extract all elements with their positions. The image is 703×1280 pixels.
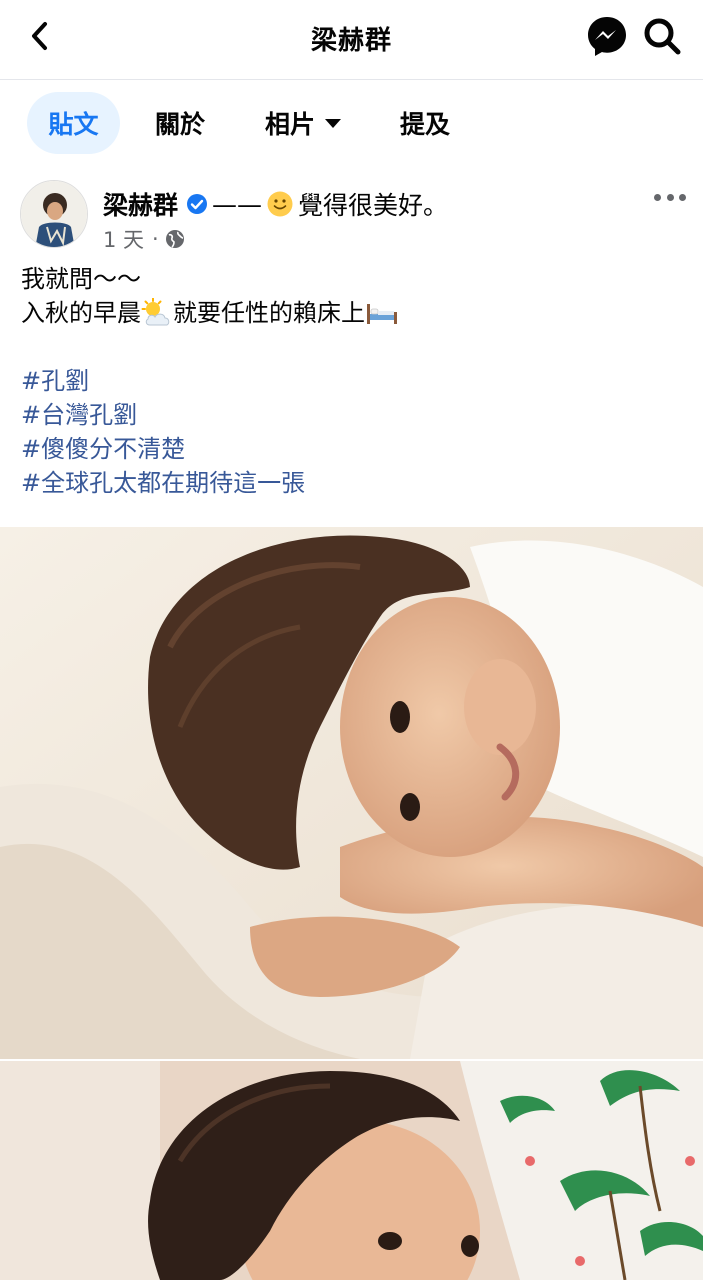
post-line-1: 我就問～～ <box>21 265 141 293</box>
post-time[interactable]: 1 天 <box>103 224 144 254</box>
sun-behind-cloud-icon <box>141 298 170 326</box>
post-photo-2[interactable] <box>0 1061 703 1280</box>
post-meta: 1 天 · <box>103 224 185 254</box>
photo-man-in-floral-shirt <box>0 1061 703 1280</box>
search-button[interactable] <box>641 15 683 57</box>
dot-icon <box>666 193 674 201</box>
messenger-icon <box>588 17 626 56</box>
caret-down-icon <box>325 118 341 128</box>
post-photo-1[interactable] <box>0 527 703 1059</box>
verified-badge-icon <box>187 194 208 214</box>
hashtag-link[interactable]: #傻傻分不清楚 <box>21 432 681 466</box>
more-options-button[interactable] <box>650 185 690 209</box>
hashtag-link[interactable]: #台灣孔劉 <box>21 398 681 432</box>
avatar[interactable] <box>20 180 88 248</box>
hashtag-link[interactable]: #孔劉 <box>21 364 681 398</box>
meta-separator: · <box>152 227 159 251</box>
author-name[interactable]: 梁赫群 <box>103 186 178 222</box>
top-bar: 梁赫群 <box>0 0 703 80</box>
post-header-line: 梁赫群 —— 覺得很美好。 <box>103 186 448 222</box>
bed-icon <box>367 304 397 324</box>
tab-posts[interactable]: 貼文 <box>27 92 120 154</box>
photo-man-lying-in-bed <box>0 527 703 1059</box>
globe-icon <box>165 230 184 248</box>
post-text: 我就問～～ 入秋的早晨 就要任性的賴床上 #孔劉 #台灣孔劉 #傻傻分不清楚 #… <box>21 262 681 500</box>
tab-photos[interactable]: 相片 <box>248 92 358 154</box>
post-line-2-text: 就要任性的賴床上 <box>173 299 365 327</box>
smile-emoji-icon <box>267 191 293 217</box>
avatar-image <box>21 181 87 247</box>
dot-icon <box>654 193 661 201</box>
dot-icon <box>679 193 686 201</box>
post-line-2: 入秋的早晨 就要任性的賴床上 <box>21 296 681 330</box>
feeling-text: 覺得很美好。 <box>298 191 449 220</box>
tab-about[interactable]: 關於 <box>140 92 220 154</box>
tab-mentions[interactable]: 提及 <box>385 92 465 154</box>
header-dash: —— <box>212 189 263 219</box>
profile-tabs: 貼文 關於 相片 提及 <box>0 80 703 166</box>
messenger-button[interactable] <box>586 15 628 57</box>
hashtag-link[interactable]: #全球孔太都在期待這一張 <box>21 466 681 500</box>
post-line-2-prefix: 入秋的早晨 <box>21 299 141 327</box>
search-icon <box>644 18 681 55</box>
tab-photos-label: 相片 <box>264 110 315 139</box>
